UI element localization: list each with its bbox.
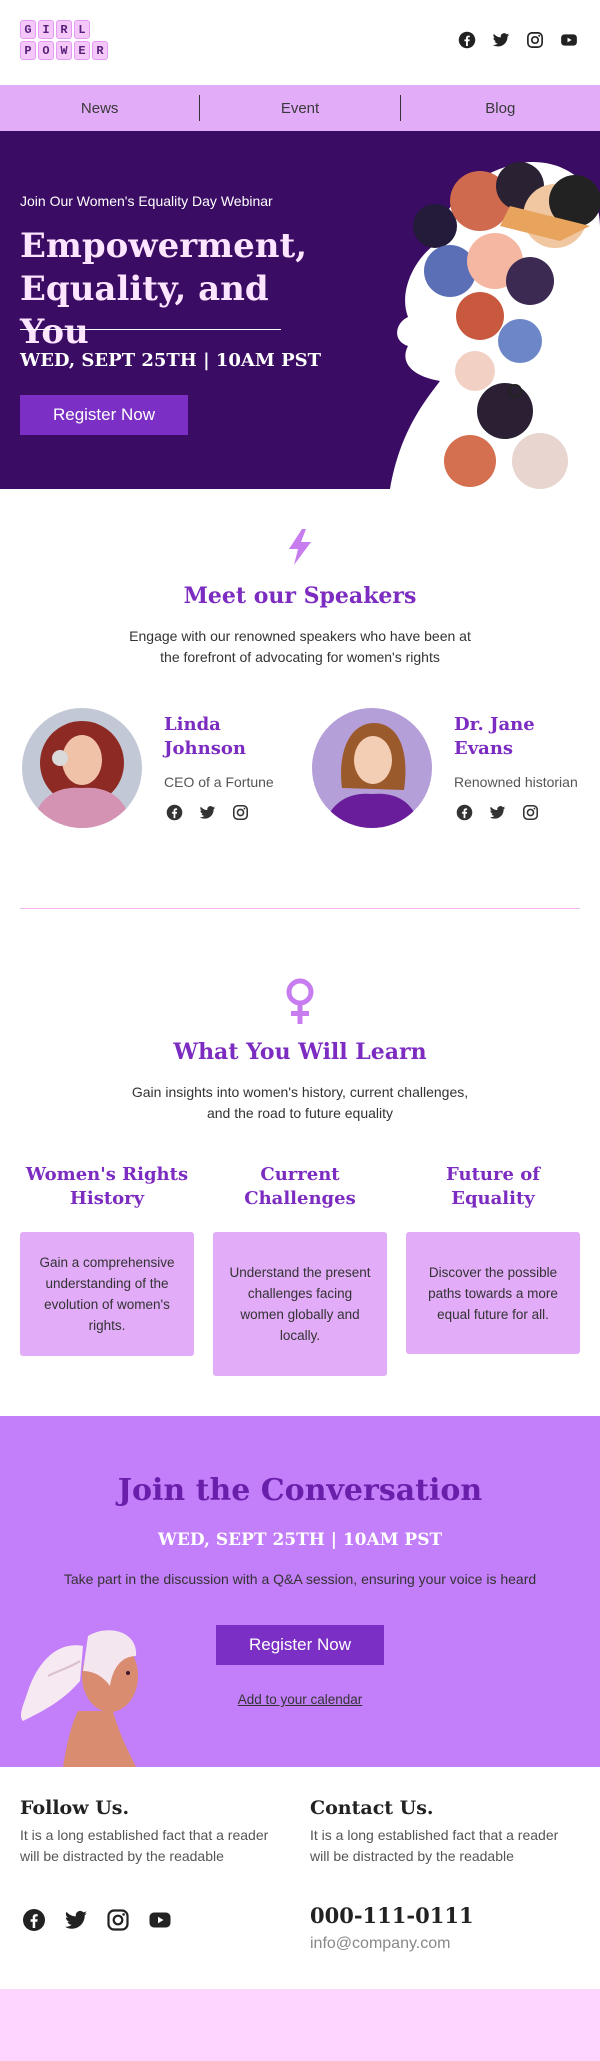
speakers-subtitle: Engage with our renowned speakers who ha… — [129, 628, 471, 665]
learn-card: Understand the present challenges facing… — [213, 1232, 387, 1376]
follow-us-title: Follow Us. — [20, 1797, 130, 1819]
conversation-subtitle: Take part in the discussion with a Q&A s… — [63, 1571, 537, 1587]
learn-title: What You Will Learn — [173, 1039, 427, 1065]
logo-letter: W — [56, 41, 72, 60]
hero-banner: Join Our Women's Equality Day Webinar Em… — [0, 131, 600, 489]
main-nav: News Event Blog — [0, 85, 600, 131]
footer-social-links — [22, 1908, 172, 1932]
contact-email[interactable]: info@company.com — [310, 1935, 450, 1953]
instagram-icon[interactable] — [232, 804, 249, 821]
girl-power-logo[interactable]: G I R L P O W E R — [20, 20, 108, 62]
facebook-icon[interactable] — [458, 31, 476, 49]
speaker-role: CEO of a Fortune — [164, 774, 274, 790]
nav-item-blog[interactable]: Blog — [401, 100, 600, 117]
avatar — [312, 708, 432, 828]
twitter-icon[interactable] — [199, 804, 216, 821]
logo-letter: G — [20, 20, 36, 39]
youtube-icon[interactable] — [560, 31, 578, 49]
speaker-social-links — [456, 804, 539, 821]
conversation-date-time: WED, SEPT 25TH | 10AM PST — [157, 1530, 443, 1550]
speaker-social-links — [166, 804, 249, 821]
bottom-bar — [0, 1989, 600, 2061]
speaker-name: Linda Johnson — [164, 714, 246, 759]
learn-subtitle: Gain insights into women's history, curr… — [131, 1084, 469, 1121]
contact-us-text: It is a long established fact that a rea… — [310, 1827, 559, 1864]
speaker-card-jane: Dr. Jane Evans Renowned historian — [312, 708, 592, 828]
learn-card: Discover the possible paths towards a mo… — [406, 1232, 580, 1354]
speaker-name: Dr. Jane Evans — [454, 714, 535, 759]
email-footer: Follow Us. It is a long established fact… — [0, 1767, 600, 1989]
speaker-role: Renowned historian — [454, 774, 578, 790]
hero-date-time: WED, SEPT 25TH | 10AM PST — [20, 350, 322, 371]
twitter-icon[interactable] — [492, 31, 510, 49]
conversation-register-button[interactable]: Register Now — [216, 1625, 384, 1665]
instagram-icon[interactable] — [522, 804, 539, 821]
woman-profile-illustration — [20, 1630, 138, 1767]
section-divider — [20, 908, 580, 909]
learn-card: Gain a comprehensive understanding of th… — [20, 1232, 194, 1356]
logo-letter: E — [74, 41, 90, 60]
conversation-section: Join the Conversation WED, SEPT 25TH | 1… — [0, 1416, 600, 1767]
instagram-icon[interactable] — [526, 31, 544, 49]
logo-letter: L — [74, 20, 90, 39]
contact-us-title: Contact Us. — [310, 1797, 434, 1819]
logo-letter: R — [56, 20, 72, 39]
hero-register-button[interactable]: Register Now — [20, 395, 188, 435]
nav-item-news[interactable]: News — [0, 100, 199, 117]
hero-pre-title: Join Our Women's Equality Day Webinar — [20, 193, 273, 209]
avatar — [22, 708, 142, 828]
follow-us-text: It is a long established fact that a rea… — [20, 1827, 269, 1864]
hero-divider — [20, 329, 281, 330]
female-symbol-icon — [286, 978, 314, 1024]
logo-letter: I — [38, 20, 54, 39]
speaker-card-linda: Linda Johnson CEO of a Fortune — [22, 708, 302, 828]
contact-phone[interactable]: 000-111-0111 — [310, 1903, 474, 1928]
facebook-icon[interactable] — [456, 804, 473, 821]
twitter-icon[interactable] — [489, 804, 506, 821]
facebook-icon[interactable] — [166, 804, 183, 821]
logo-letter: P — [20, 41, 36, 60]
twitter-icon[interactable] — [64, 1908, 88, 1932]
learn-column-title: Women's Rights History — [25, 1164, 189, 1209]
email-header: G I R L P O W E R — [0, 0, 600, 85]
conversation-title: Join the Conversation — [117, 1473, 483, 1508]
lightning-icon — [289, 529, 311, 565]
learn-column-title: Current Challenges — [244, 1164, 356, 1209]
women-profile-illustration — [390, 161, 600, 489]
logo-letter: R — [92, 41, 108, 60]
youtube-icon[interactable] — [148, 1908, 172, 1932]
logo-letter: O — [38, 41, 54, 60]
facebook-icon[interactable] — [22, 1908, 46, 1932]
header-social-links — [458, 31, 578, 49]
nav-item-event[interactable]: Event — [200, 100, 399, 117]
speakers-title: Meet our Speakers — [183, 583, 417, 609]
instagram-icon[interactable] — [106, 1908, 130, 1932]
learn-column-title: Future of Equality — [446, 1164, 540, 1209]
hero-title: Empowerment, Equality, and You — [20, 226, 308, 352]
